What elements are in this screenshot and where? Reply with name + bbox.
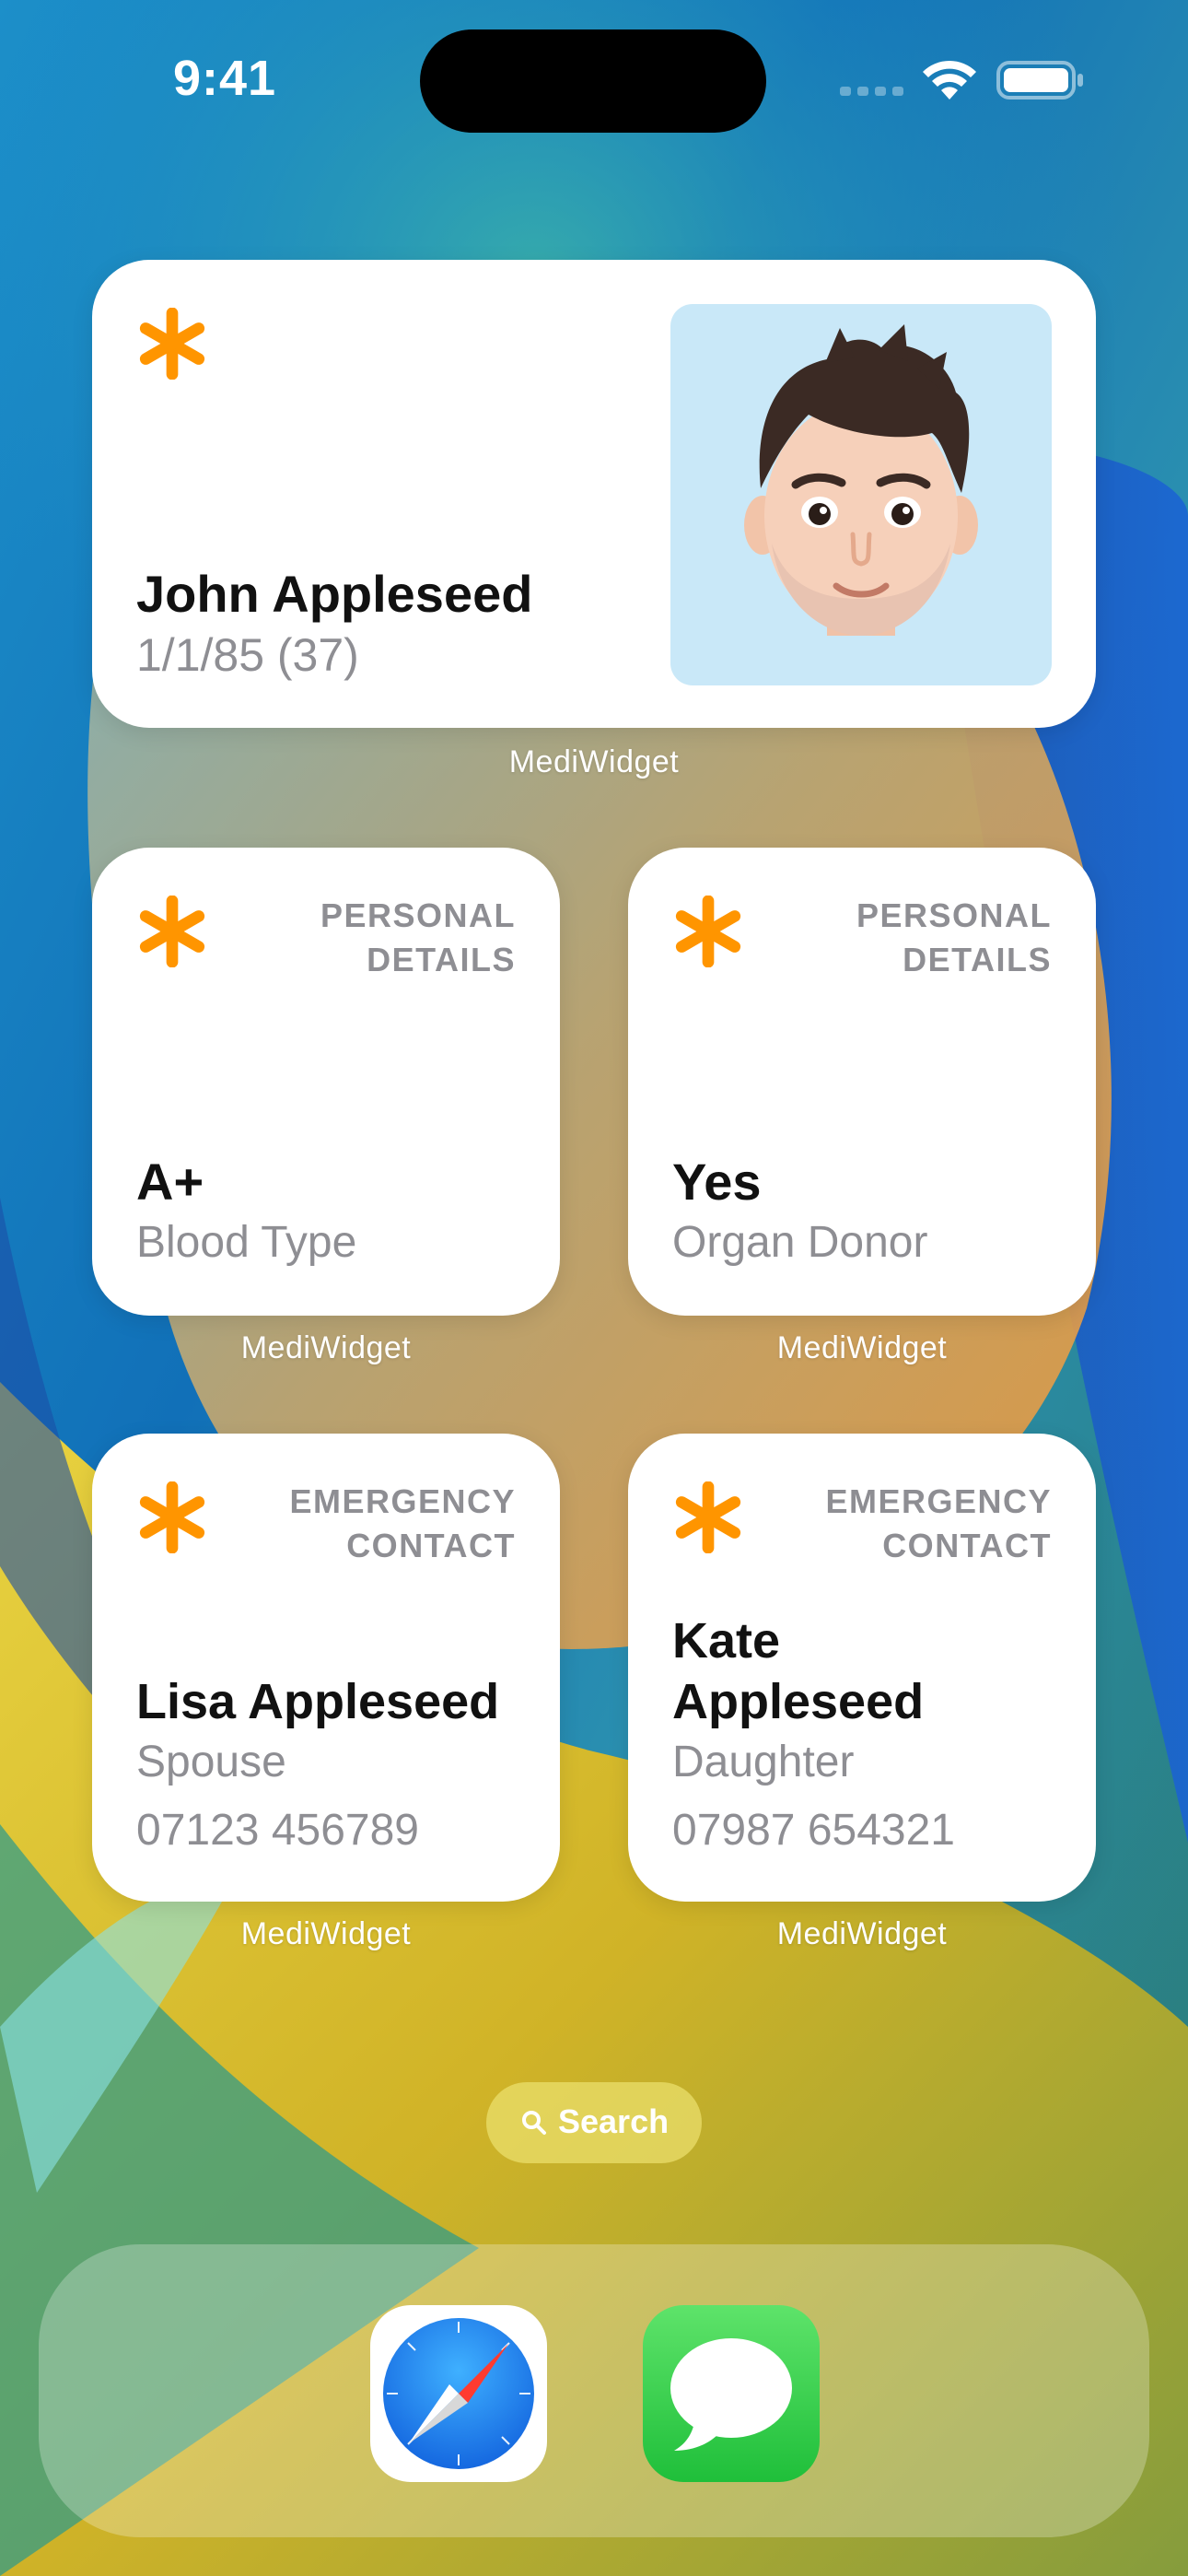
widget-header-line1: PERSONAL: [856, 896, 1052, 934]
contact-relation: Spouse: [136, 1738, 286, 1786]
profile-name: John Appleseed: [136, 565, 533, 623]
widget-header-line2: DETAILS: [367, 941, 516, 978]
memoji-avatar-icon: [744, 324, 978, 636]
asterisk-icon: [139, 896, 205, 967]
blood-type-label: Blood Type: [136, 1218, 357, 1267]
contact-name: Lisa Appleseed: [136, 1674, 500, 1729]
widget-header-line1: EMERGENCY: [825, 1482, 1052, 1520]
contact-name-last: Appleseed: [672, 1674, 925, 1729]
status-time: 9:41: [173, 51, 277, 106]
search-label: Search: [558, 2102, 670, 2140]
asterisk-icon: [139, 1481, 205, 1553]
organ-donor-label: Organ Donor: [672, 1218, 928, 1267]
profile-widget[interactable]: John Appleseed 1/1/85 (37): [92, 260, 1096, 728]
blood-type-widget[interactable]: PERSONAL DETAILS A+ Blood Type: [92, 848, 560, 1316]
wifi-icon: [923, 60, 976, 100]
widget-header-line2: CONTACT: [882, 1527, 1052, 1564]
profile-dob: 1/1/85 (37): [136, 629, 359, 681]
home-screen: 9:41 John Appleseed 1/1/85 (37) MediWidg…: [0, 0, 1188, 2576]
asterisk-icon: [675, 1481, 741, 1553]
messages-icon: [643, 2305, 820, 2482]
organ-donor-widget[interactable]: PERSONAL DETAILS Yes Organ Donor: [628, 848, 1096, 1316]
battery-icon: [996, 61, 1083, 100]
widget-header: PERSONAL DETAILS: [320, 894, 516, 982]
search-icon: [522, 2111, 546, 2135]
contact-relation: Daughter: [672, 1738, 855, 1786]
widget-header-line2: DETAILS: [903, 941, 1052, 978]
safari-icon: [370, 2305, 547, 2482]
contact-phone[interactable]: 07987 654321: [672, 1800, 955, 1861]
widget-header-line2: CONTACT: [346, 1527, 516, 1564]
emergency-contact-widget[interactable]: EMERGENCY CONTACT Kate Appleseed Daughte…: [628, 1434, 1096, 1902]
asterisk-icon: [139, 308, 205, 380]
widget-header: PERSONAL DETAILS: [856, 894, 1052, 982]
status-bar: 9:41: [0, 0, 1188, 157]
asterisk-icon: [675, 896, 741, 967]
messages-app[interactable]: [643, 2305, 820, 2482]
dock: [39, 2244, 1149, 2537]
widget-header: EMERGENCY CONTACT: [289, 1480, 516, 1568]
safari-app[interactable]: [370, 2305, 547, 2482]
widget-label-contact1: MediWidget: [240, 1916, 412, 1951]
cellular-signal-icon: [840, 87, 903, 96]
contact-phone[interactable]: 07123 456789: [136, 1800, 419, 1861]
widget-header: EMERGENCY CONTACT: [825, 1480, 1052, 1568]
avatar: [670, 304, 1052, 685]
widget-label-blood-type: MediWidget: [240, 1330, 412, 1365]
organ-donor-value: Yes: [672, 1153, 762, 1211]
emergency-contact-widget[interactable]: EMERGENCY CONTACT Lisa Appleseed Spouse …: [92, 1434, 560, 1902]
contact-name-first: Kate: [672, 1613, 781, 1669]
spotlight-search-button[interactable]: Search: [486, 2082, 702, 2163]
dynamic-island: [420, 29, 766, 133]
widget-label-organ-donor: MediWidget: [776, 1330, 948, 1365]
widget-header-line1: EMERGENCY: [289, 1482, 516, 1520]
widget-label-profile: MediWidget: [508, 744, 680, 779]
blood-type-value: A+: [136, 1153, 204, 1211]
widget-header-line1: PERSONAL: [320, 896, 516, 934]
widget-label-contact2: MediWidget: [776, 1916, 948, 1951]
